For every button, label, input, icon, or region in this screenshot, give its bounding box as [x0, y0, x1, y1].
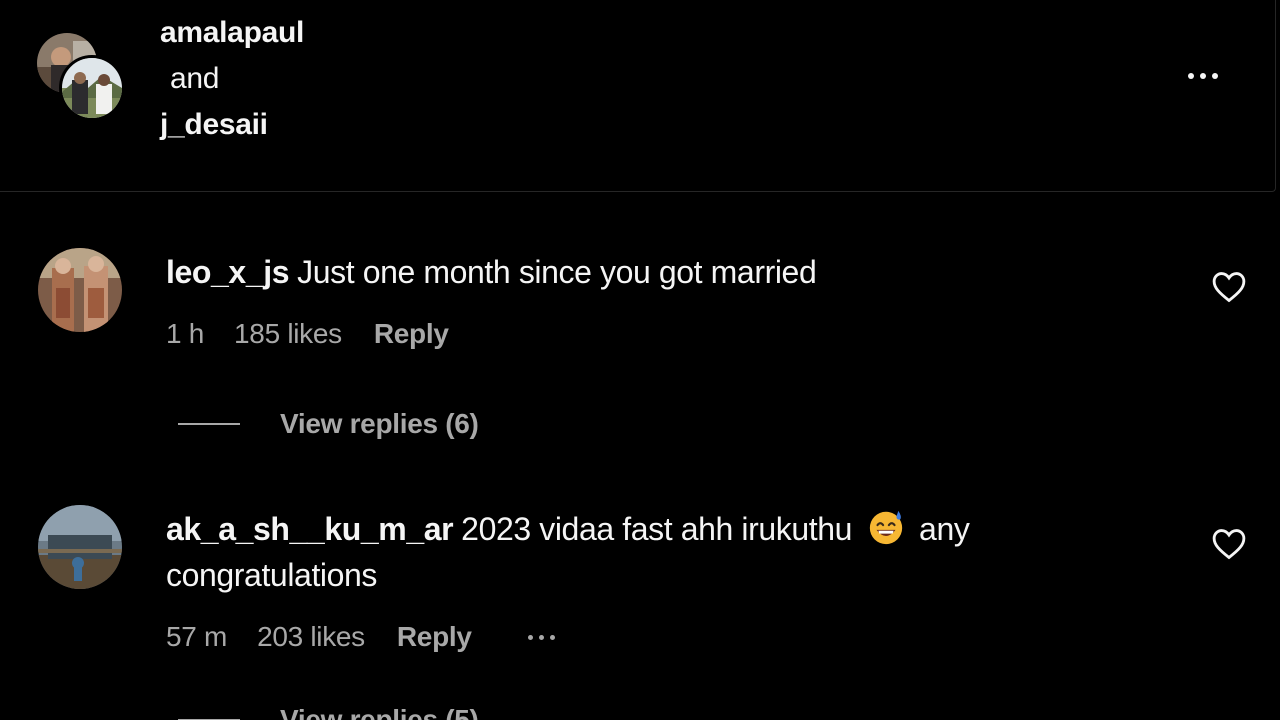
comment-text: leo_x_js Just one month since you got mar… [166, 249, 1126, 295]
view-replies-label: View replies (6) [280, 408, 479, 439]
view-replies-line [178, 423, 240, 425]
commenter-avatar[interactable] [38, 248, 122, 332]
comment-meta: 57 m 203 likes Reply [166, 621, 555, 653]
collaborator-avatar[interactable] [59, 55, 125, 121]
more-options-icon[interactable] [1188, 73, 1218, 79]
comment-time[interactable]: 57 m [166, 621, 227, 653]
comment-likes[interactable]: 203 likes [257, 621, 365, 653]
conjunction-label: and [170, 62, 220, 95]
reply-button[interactable]: Reply [397, 621, 472, 653]
comment-more-icon[interactable] [527, 634, 555, 640]
like-heart-icon[interactable] [1212, 528, 1246, 560]
comment-body: 2023 vidaa fast ahh irukuthu [461, 511, 853, 547]
comments-panel: amalapaul and j_desaii leo_x_js Just one … [0, 0, 1280, 720]
comment-text: ak_a_sh__ku_m_ar 2023 vidaa fast ahh iruk… [166, 506, 1126, 598]
view-replies-button[interactable]: View replies (6) [178, 408, 479, 440]
comment-body: Just one month since you got married [297, 254, 817, 290]
owner-username[interactable]: amalapaul [160, 10, 304, 56]
collab-usernames: amalapaul and j_desaii [160, 10, 304, 148]
reply-button[interactable]: Reply [374, 318, 449, 350]
grinning-sweat-emoji-icon [867, 508, 905, 546]
comment-time[interactable]: 1 h [166, 318, 204, 350]
commenter-username[interactable]: leo_x_js [166, 254, 290, 290]
comment-likes[interactable]: 185 likes [234, 318, 342, 350]
post-header: amalapaul and j_desaii [0, 0, 1276, 192]
view-replies-button[interactable]: View replies (5) [178, 704, 479, 720]
comment-body-continued: any [919, 511, 970, 547]
commenter-username[interactable]: ak_a_sh__ku_m_ar [166, 511, 454, 547]
comment-body-line2: congratulations [166, 557, 378, 593]
collaborator-username[interactable]: j_desaii [160, 102, 304, 148]
collab-avatar-stack[interactable] [37, 33, 127, 123]
comment-meta: 1 h 185 likes Reply [166, 318, 449, 350]
commenter-avatar[interactable] [38, 505, 122, 589]
view-replies-label: View replies (5) [280, 704, 479, 720]
like-heart-icon[interactable] [1212, 271, 1246, 303]
